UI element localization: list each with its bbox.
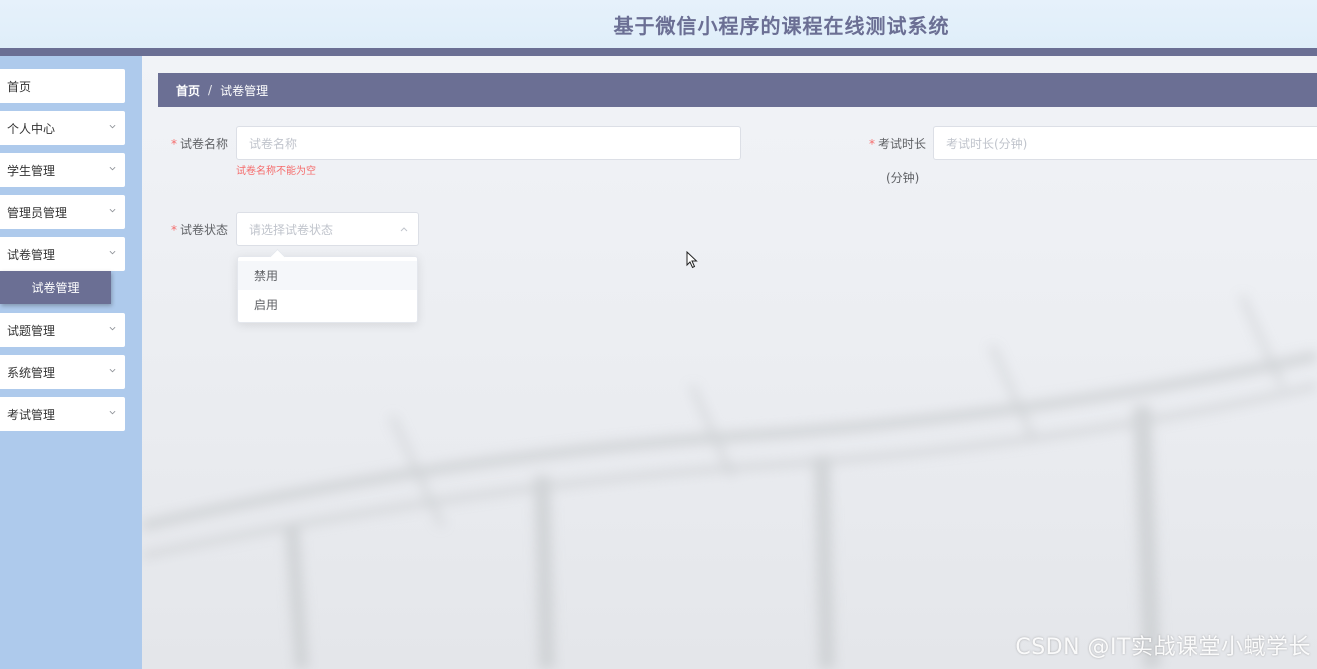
submenu-item-label: 试卷管理 [31,281,80,295]
sidebar-item-student-management[interactable]: 学生管理 [0,153,125,187]
paper-name-placeholder: 试卷名称 [249,136,298,151]
sidebar-item-admin-management[interactable]: 管理员管理 [0,195,125,229]
paper-status-select[interactable]: 请选择试卷状态 [236,212,419,246]
required-mark: * [868,137,875,151]
duration-input[interactable]: 考试时长(分钟) [933,126,1317,160]
app-header: 基于微信小程序的课程在线测试系统 [0,0,1317,48]
paper-status-dropdown: 禁用 启用 [237,256,418,323]
app-title: 基于微信小程序的课程在线测试系统 [613,14,950,38]
sidebar-item-label: 首页 [7,79,32,94]
sidebar-item-label: 试题管理 [7,323,56,338]
sidebar-item-paper-management[interactable]: 试卷管理 [0,237,125,271]
sidebar-item-system-management[interactable]: 系统管理 [0,355,125,389]
chevron-down-icon [109,166,116,171]
duration-label: * 考试时长 [868,137,926,151]
duration-unit-label: (分钟) [886,171,920,185]
chevron-up-icon [400,227,408,232]
mouse-cursor-icon [686,251,698,269]
sidebar-item-label: 考试管理 [7,407,56,422]
sidebar-item-question-management[interactable]: 试题管理 [0,313,125,347]
sidebar-item-label: 管理员管理 [7,205,68,220]
chevron-down-icon [109,368,116,373]
paper-name-error: 试卷名称不能为空 [236,166,316,177]
paper-name-input[interactable]: 试卷名称 [236,126,741,160]
status-option-enabled[interactable]: 启用 [238,290,417,319]
sidebar-item-personal-center[interactable]: 个人中心 [0,111,125,145]
sidebar-item-label: 学生管理 [7,163,56,178]
breadcrumb: 首页 / 试卷管理 [158,73,1317,107]
breadcrumb-home[interactable]: 首页 [176,82,200,99]
paper-status-placeholder: 请选择试卷状态 [249,222,334,237]
sidebar-item-exam-management[interactable]: 考试管理 [0,397,125,431]
breadcrumb-separator: / [208,83,213,97]
chevron-down-icon [109,250,116,255]
chevron-down-icon [109,124,116,129]
chevron-down-icon [109,326,116,331]
submenu-item-paper-management[interactable]: 试卷管理 [0,271,111,304]
paper-name-label: * 试卷名称 [170,137,228,151]
duration-placeholder: 考试时长(分钟) [946,136,1028,151]
header-accent-bar [0,48,1317,56]
sidebar-item-label: 系统管理 [7,365,56,380]
required-mark: * [170,137,177,151]
required-mark: * [170,223,177,237]
sidebar-item-label: 个人中心 [7,121,56,136]
breadcrumb-current: 试卷管理 [220,83,269,98]
chevron-down-icon [109,208,116,213]
status-option-disabled[interactable]: 禁用 [238,261,417,290]
csdn-watermark: CSDN @IT实战课堂小蜮学长 [1015,635,1311,660]
sidebar-item-home[interactable]: 首页 [0,69,125,103]
sidebar-item-label: 试卷管理 [7,247,56,262]
paper-status-label: * 试卷状态 [170,223,228,237]
chevron-down-icon [109,410,116,415]
